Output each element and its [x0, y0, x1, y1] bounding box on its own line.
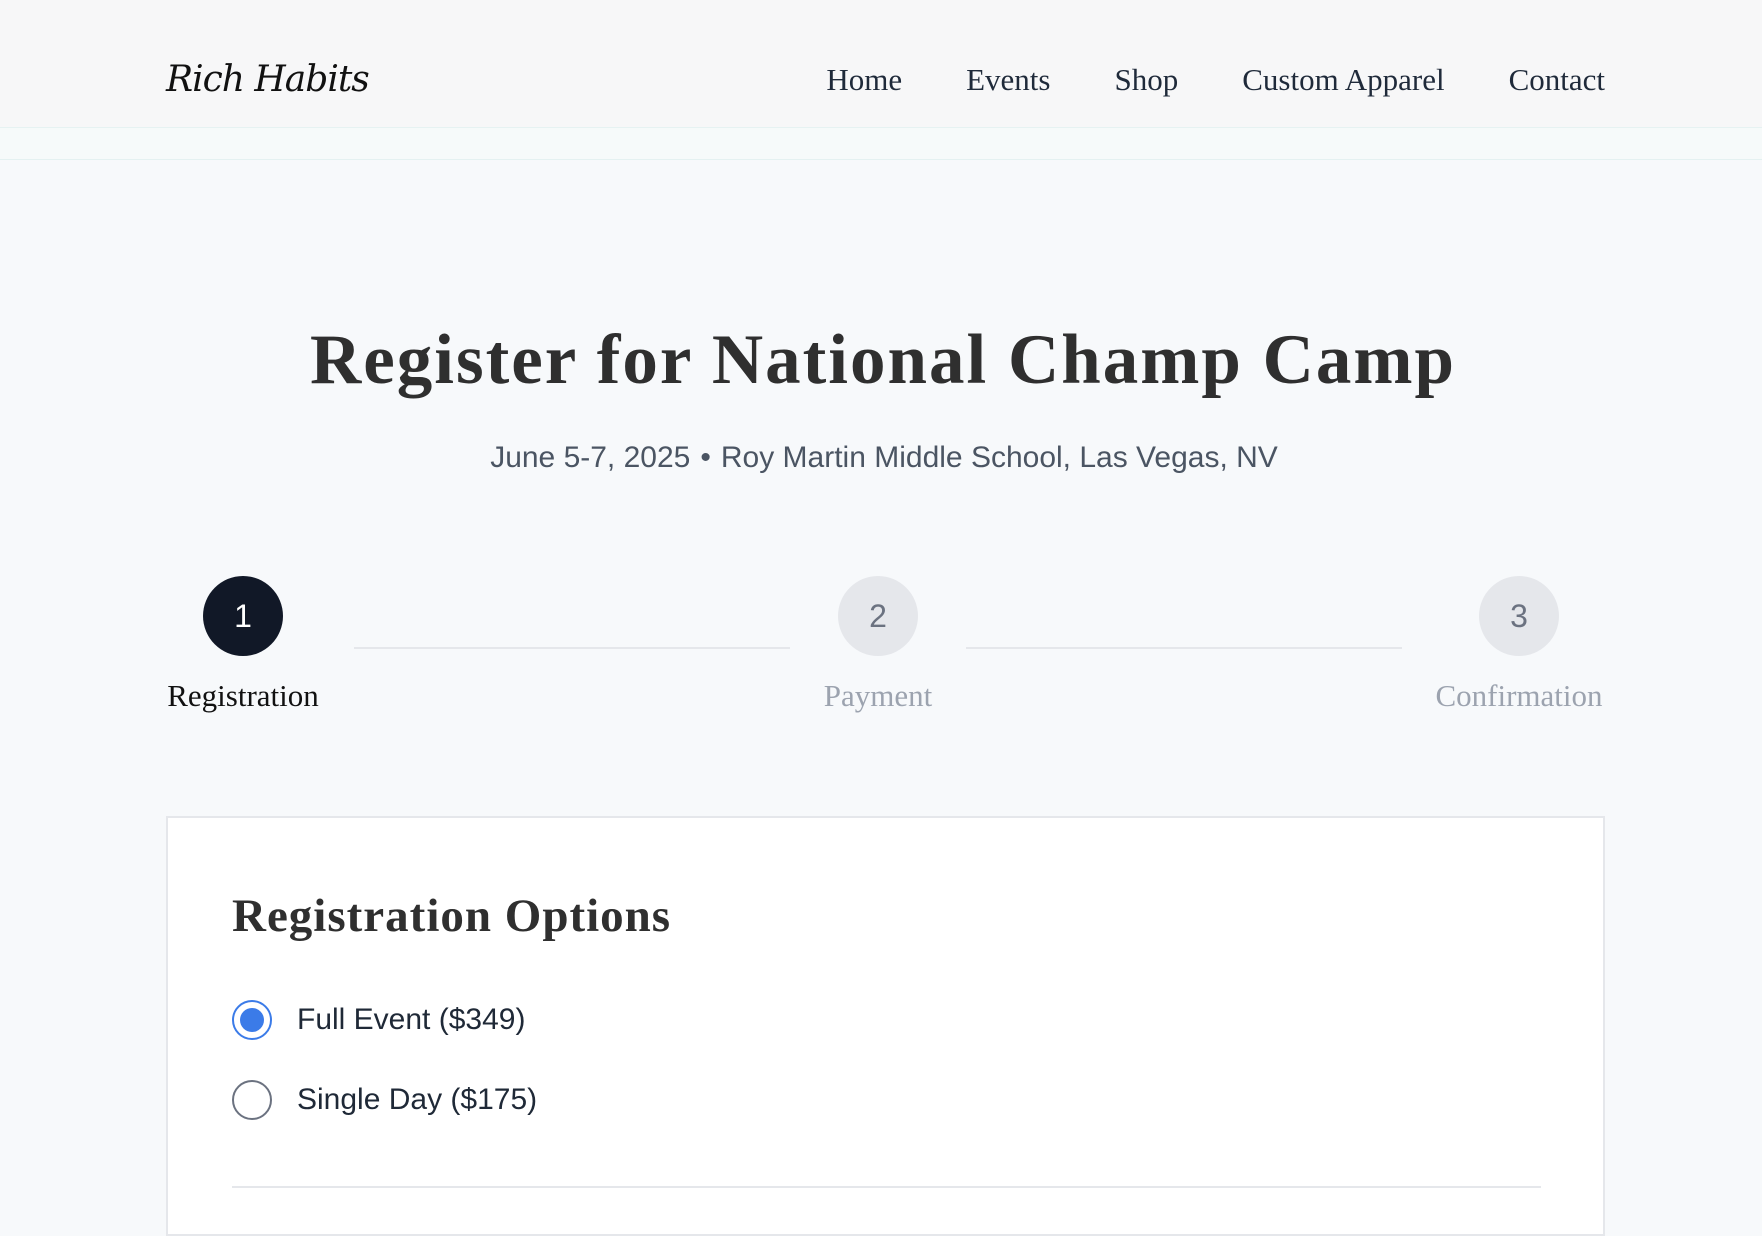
step-3-circle: 3: [1479, 576, 1559, 656]
event-date: June 5-7, 2025: [490, 441, 691, 474]
registration-options-card: Registration Options Full Event ($349) S…: [166, 816, 1605, 1236]
single-day-radio[interactable]: [232, 1080, 272, 1120]
card-title: Registration Options: [232, 890, 672, 942]
step-1-circle: 1: [203, 576, 283, 656]
card-divider: [232, 1186, 1541, 1188]
step-2-circle: 2: [838, 576, 918, 656]
header-divider-strip: [0, 128, 1762, 160]
step-2-label: Payment: [823, 678, 933, 713]
step-connector-1: [354, 647, 790, 649]
main-nav: Home Events Shop Custom Apparel Contact: [826, 60, 1605, 100]
nav-events[interactable]: Events: [966, 60, 1050, 100]
step-connector-2: [966, 647, 1402, 649]
full-event-radio[interactable]: [232, 1000, 272, 1040]
event-location: Roy Martin Middle School, Las Vegas, NV: [720, 441, 1278, 474]
nav-shop[interactable]: Shop: [1114, 60, 1178, 100]
event-details: June 5-7, 2025 • Roy Martin Middle School,…: [0, 438, 1762, 478]
step-3-label: Confirmation: [1435, 678, 1603, 713]
site-logo[interactable]: Rich Habits: [166, 52, 370, 108]
nav-custom-apparel[interactable]: Custom Apparel: [1242, 60, 1444, 100]
option-single-day[interactable]: Single Day ($175): [232, 1080, 537, 1120]
step-1-label: Registration: [167, 678, 319, 713]
nav-contact[interactable]: Contact: [1509, 60, 1605, 100]
full-event-label: Full Event ($349): [297, 1003, 526, 1036]
radio-selected-dot: [240, 1008, 264, 1032]
single-day-label: Single Day ($175): [297, 1083, 538, 1116]
page-title: Register for National Champ Camp: [309, 321, 1457, 399]
separator-dot: •: [700, 441, 711, 474]
option-full-event[interactable]: Full Event ($349): [232, 1000, 525, 1040]
site-header: Rich Habits Home Events Shop Custom Appa…: [0, 0, 1762, 128]
nav-home[interactable]: Home: [826, 60, 902, 100]
